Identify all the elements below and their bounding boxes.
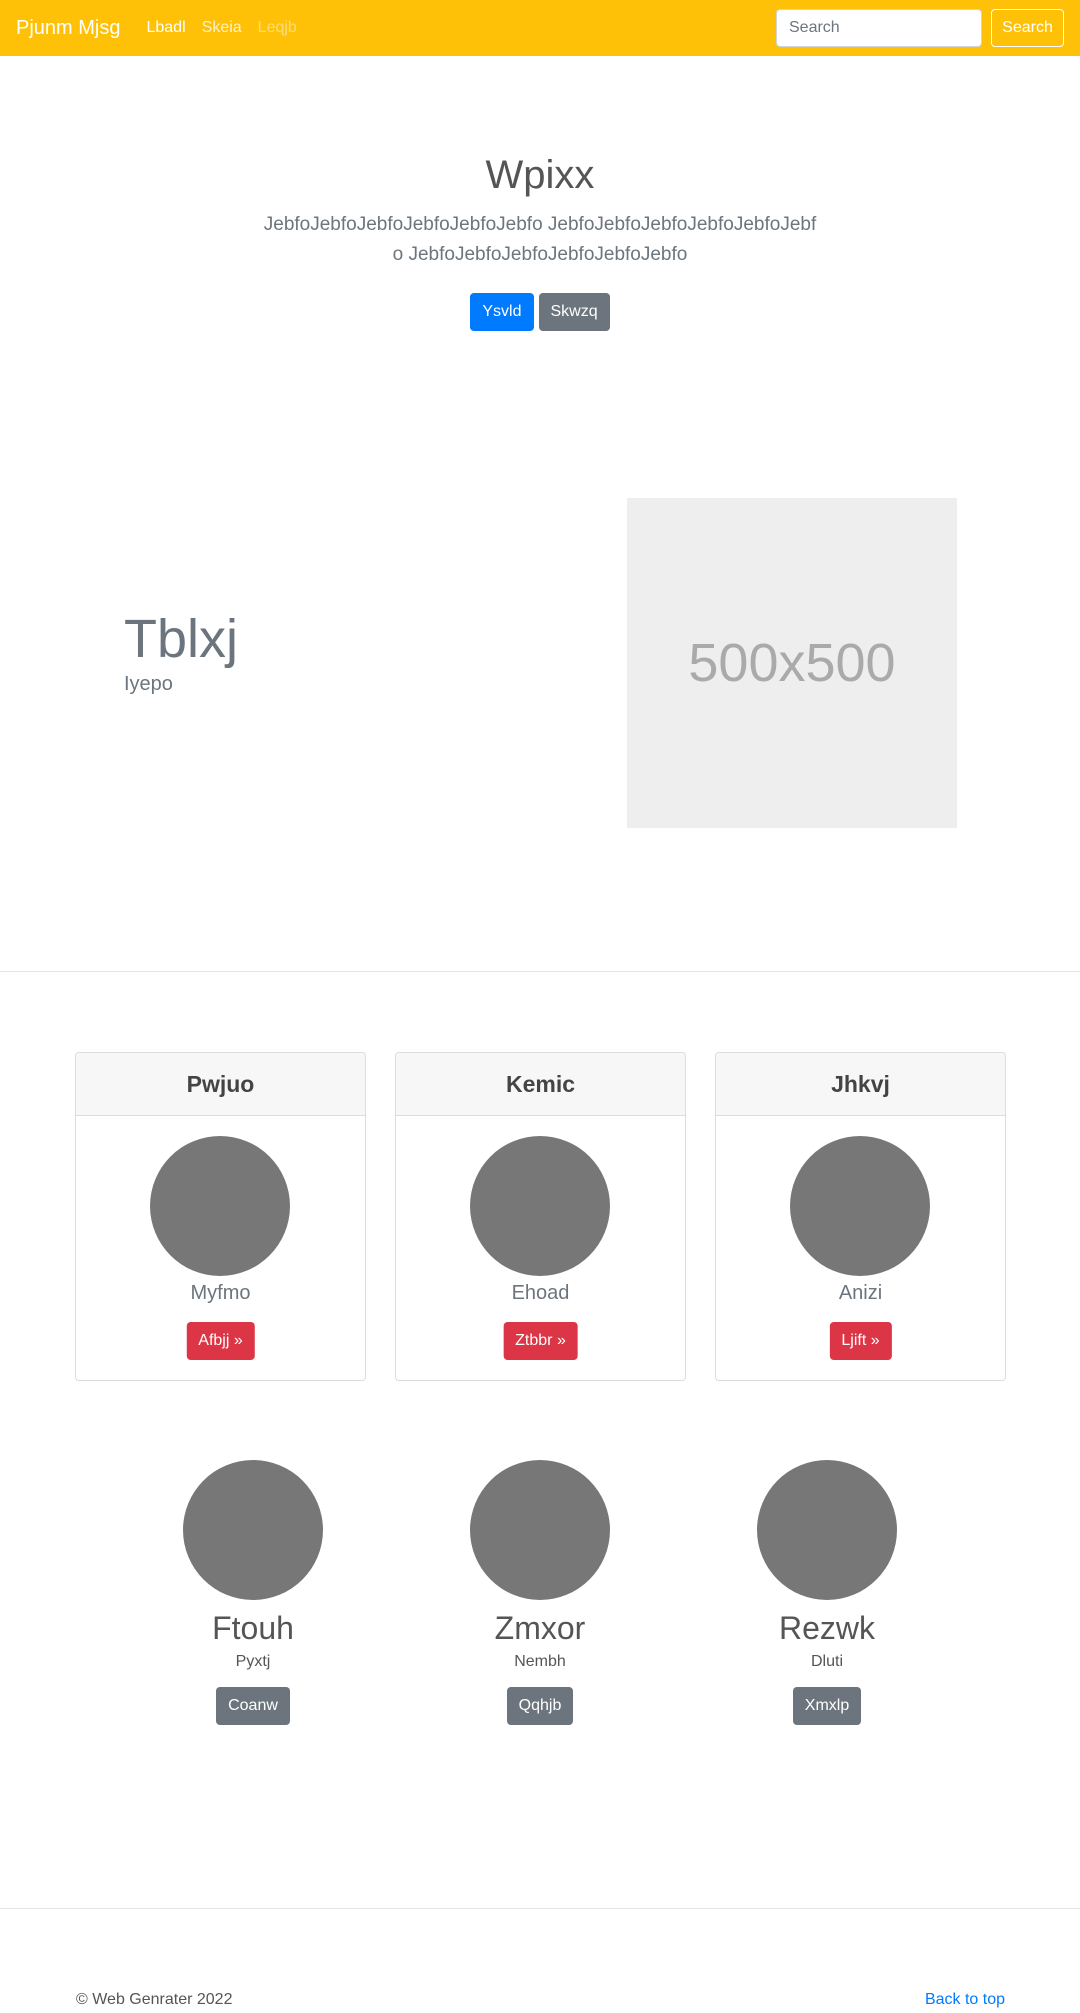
navbar-search-form: Search [776, 9, 1064, 47]
person-item: Rezwk Dluti Xmxlp [727, 1460, 927, 1725]
back-to-top-link[interactable]: Back to top [925, 1991, 1005, 2009]
hero-title: Wpixx [485, 153, 595, 197]
hero-primary-button[interactable]: Ysvld [470, 293, 534, 331]
nav-link-leqjb: Leqjb [257, 19, 297, 36]
person-item: Zmxor Nembh Qqhjb [440, 1460, 640, 1725]
hero-secondary-button[interactable]: Skwzq [538, 293, 610, 331]
card-header: Kemic [396, 1053, 685, 1116]
navbar-brand[interactable]: Pjunm Mjsg [16, 17, 120, 40]
card-text: Myfmo [190, 1282, 251, 1304]
card-button[interactable]: Ljift » [829, 1322, 892, 1360]
person-button[interactable]: Xmxlp [792, 1687, 862, 1725]
card-button[interactable]: Ztbbr » [503, 1322, 578, 1360]
card: Jhkvj Anizi Ljift » [715, 1052, 1006, 1381]
search-input[interactable] [776, 9, 982, 47]
hero-buttons: Ysvld Skwzq [0, 293, 1080, 331]
avatar [757, 1460, 897, 1600]
person-text: Pyxtj [235, 1653, 271, 1670]
avatar [470, 1460, 610, 1600]
card: Pwjuo Myfmo Afbjj » [75, 1052, 366, 1381]
card-header: Jhkvj [716, 1053, 1005, 1116]
hero-lead: JebfoJebfoJebfoJebfoJebfoJebfo JebfoJebf… [263, 214, 817, 265]
placeholder-image-label: 500x500 [688, 633, 896, 693]
person-text: Nembh [514, 1653, 566, 1670]
footer-copyright: © Web Genrater 2022 [76, 1991, 233, 2008]
card-text: Anizi [838, 1282, 883, 1304]
card-text: Ehoad [511, 1282, 570, 1304]
navbar: Pjunm Mjsg Lbadl Skeia Leqjb Search [0, 0, 1080, 56]
card: Kemic Ehoad Ztbbr » [395, 1052, 686, 1381]
footer-divider [0, 1908, 1080, 1909]
avatar [470, 1136, 610, 1276]
avatar [183, 1460, 323, 1600]
section-divider [0, 971, 1080, 972]
card-button[interactable]: Afbjj » [186, 1322, 255, 1360]
nav-link-lbadl[interactable]: Lbadl [146, 19, 185, 37]
avatar [150, 1136, 290, 1276]
card-header: Pwjuo [76, 1053, 365, 1116]
person-text: Dluti [810, 1653, 843, 1670]
person-button[interactable]: Coanw [216, 1687, 290, 1725]
person-button[interactable]: Qqhjb [506, 1687, 574, 1725]
person-name: Ftouh [212, 1610, 294, 1646]
feature-heading: Tblxj [124, 609, 239, 669]
nav-link-skeia[interactable]: Skeia [202, 19, 242, 37]
feature-subheading: Iyepo [124, 673, 173, 695]
person-name: Rezwk [778, 1610, 875, 1646]
person-item: Ftouh Pyxtj Coanw [153, 1460, 353, 1725]
search-button[interactable]: Search [991, 9, 1064, 47]
feature-placeholder-image: 500x500 [627, 498, 957, 828]
person-name: Zmxor [494, 1610, 586, 1646]
avatar [790, 1136, 930, 1276]
